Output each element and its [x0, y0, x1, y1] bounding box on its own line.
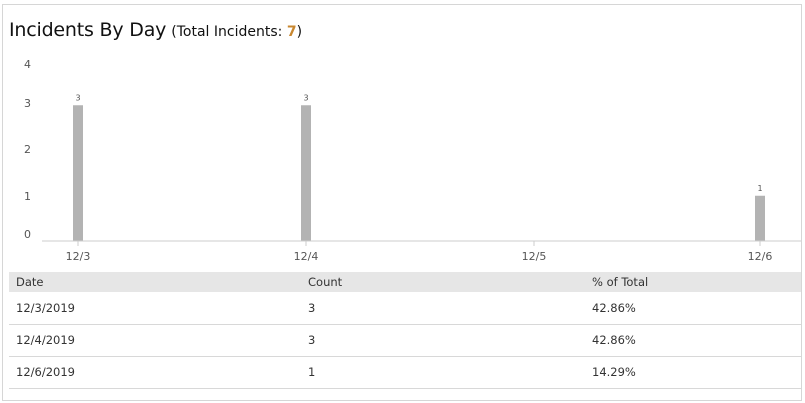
bar — [73, 105, 83, 241]
cell-count: 3 — [301, 324, 585, 357]
cell-date: 12/3/2019 — [9, 292, 301, 325]
column-header-date: Date — [16, 275, 44, 289]
x-tick-label: 12/4 — [294, 250, 319, 263]
y-axis: 0 1 2 3 4 — [24, 58, 31, 241]
y-tick-label: 1 — [24, 190, 31, 203]
table-row: 12/3/2019 3 42.86% — [9, 292, 801, 325]
cell-percent: 14.29% — [585, 356, 801, 389]
cell-percent: 42.86% — [585, 292, 801, 325]
bar-data-label: 1 — [757, 184, 762, 193]
incidents-panel: Incidents By Day (Total Incidents: 7) 01… — [2, 4, 802, 401]
column-header-percent: % of Total — [592, 275, 649, 289]
cell-count: 1 — [301, 356, 585, 389]
cell-date: 12/6/2019 — [9, 356, 301, 389]
cell-percent: 42.86% — [585, 324, 801, 357]
x-axis: 12/3 12/4 12/5 12/6 — [42, 240, 801, 263]
x-tick-label: 12/5 — [522, 250, 547, 263]
y-tick-label: 0 — [24, 228, 31, 241]
y-tick-label: 3 — [24, 97, 31, 110]
table-row: 12/6/2019 1 14.29% — [9, 356, 801, 389]
table-row: 12/4/2019 3 42.86% — [9, 324, 801, 357]
y-tick-label: 4 — [24, 58, 31, 71]
incidents-bar-chart: 0 1 2 3 4 3 3 1 12/3 12/4 12/5 12/6 — [24, 58, 801, 263]
bar-data-label: 3 — [303, 93, 308, 102]
cell-date: 12/4/2019 — [9, 324, 301, 357]
bar — [755, 195, 765, 241]
incidents-table: Date Count % of Total 12/3/2019 3 42.86%… — [9, 272, 801, 389]
table-header-row: Date Count % of Total — [9, 272, 801, 292]
column-header-count: Count — [308, 275, 343, 289]
x-tick-label: 12/3 — [66, 250, 91, 263]
y-tick-label: 2 — [24, 143, 31, 156]
bars: 3 3 1 — [73, 93, 765, 241]
cell-count: 3 — [301, 292, 585, 325]
x-tick-label: 12/6 — [748, 250, 773, 263]
bar-data-label: 3 — [75, 93, 80, 102]
bar — [301, 105, 311, 241]
